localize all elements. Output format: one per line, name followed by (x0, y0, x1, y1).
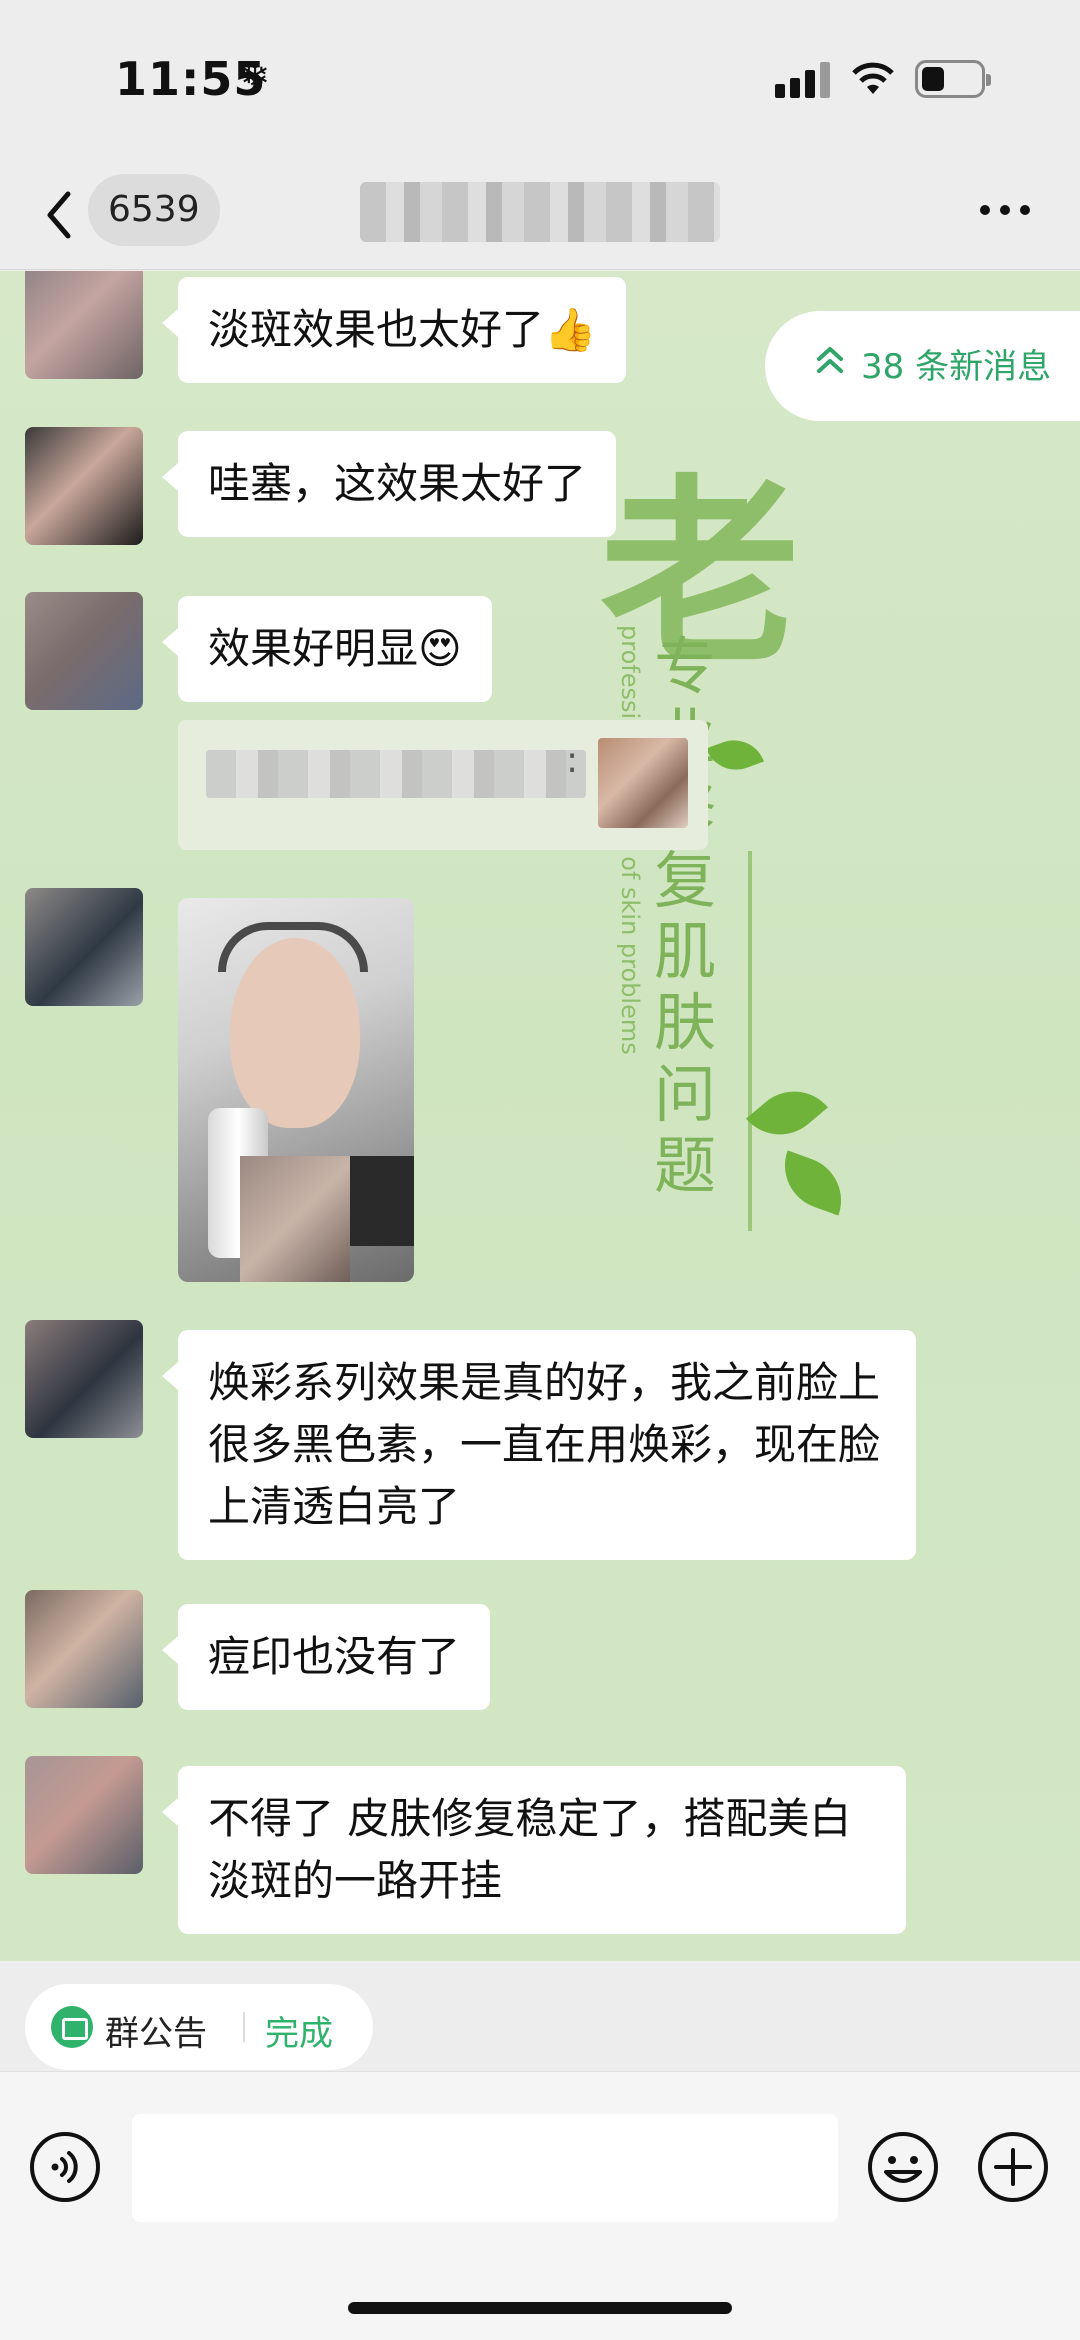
input-bar (0, 2071, 1080, 2340)
unread-count-badge[interactable]: 6539 (88, 174, 220, 246)
message-bubble[interactable]: 不得了 皮肤修复稳定了，搭配美白淡斑的一路开挂 (162, 1766, 906, 1934)
voice-input-icon[interactable] (28, 2130, 102, 2204)
message-bubble[interactable]: 焕彩系列效果是真的好，我之前脸上很多黑色素，一直在用焕彩，现在脸上清透白亮了 (162, 1330, 916, 1560)
quote-separator: : (566, 740, 579, 781)
wallpaper-divider (748, 851, 752, 1231)
quote-sender-obscured (206, 750, 586, 798)
avatar[interactable] (25, 1756, 143, 1874)
photo-inset (240, 1156, 350, 1282)
photo-headband (218, 922, 368, 972)
message-bubble[interactable]: 哇塞，这效果太好了 (161, 431, 617, 537)
avatar[interactable] (25, 427, 143, 545)
avatar[interactable] (25, 1590, 143, 1708)
chat-header: 6539 (0, 160, 1080, 270)
plus-icon[interactable] (976, 2130, 1050, 2204)
quote-thumbnail[interactable] (598, 738, 688, 828)
new-messages-label: 38 条新消息 (861, 347, 1052, 387)
home-indicator (348, 2302, 732, 2314)
more-options-icon[interactable] (975, 195, 1035, 225)
new-messages-button[interactable]: 38 条新消息 (765, 311, 1080, 421)
leaf-decoration (746, 1073, 828, 1153)
quote-card[interactable]: : (178, 720, 708, 850)
battery-icon (915, 60, 991, 98)
leaf-decoration (772, 1150, 854, 1216)
group-name-obscured (360, 182, 720, 242)
message-bubble[interactable]: 淡斑效果也太好了👍 (161, 277, 627, 383)
group-announcement-chip[interactable]: 群公告 完成 (25, 1984, 373, 2070)
message-bubble[interactable]: 痘印也没有了 (161, 1604, 491, 1710)
avatar[interactable] (25, 1320, 143, 1438)
announcement-bar: 群公告 完成 (0, 1961, 1080, 2071)
announcement-icon (51, 2006, 93, 2048)
photo-box (350, 1156, 414, 1246)
avatar[interactable] (25, 592, 143, 710)
divider (243, 2012, 245, 2042)
message-list[interactable]: 老 专业修复肌肤问题 professional repair of skin p… (0, 271, 1080, 1961)
double-chevron-up-icon (817, 347, 843, 373)
avatar[interactable] (25, 271, 143, 379)
announcement-label[interactable]: 群公告 (105, 2006, 207, 2055)
image-message[interactable] (178, 898, 414, 1282)
avatar[interactable] (25, 888, 143, 1006)
message-bubble[interactable]: 效果好明显😍 (162, 596, 492, 702)
wallpaper-vertical-text: 专业修复肌肤问题 (653, 630, 716, 1203)
message-input[interactable] (132, 2114, 838, 2222)
snowflake-icon: ❄ (240, 56, 271, 97)
wifi-icon (852, 62, 894, 94)
back-chevron-icon[interactable] (40, 180, 80, 250)
status-bar: 11:55 ❄ (0, 0, 1080, 160)
emoji-icon[interactable] (866, 2130, 940, 2204)
cellular-signal-icon (775, 62, 835, 98)
done-button[interactable]: 完成 (265, 2006, 333, 2055)
